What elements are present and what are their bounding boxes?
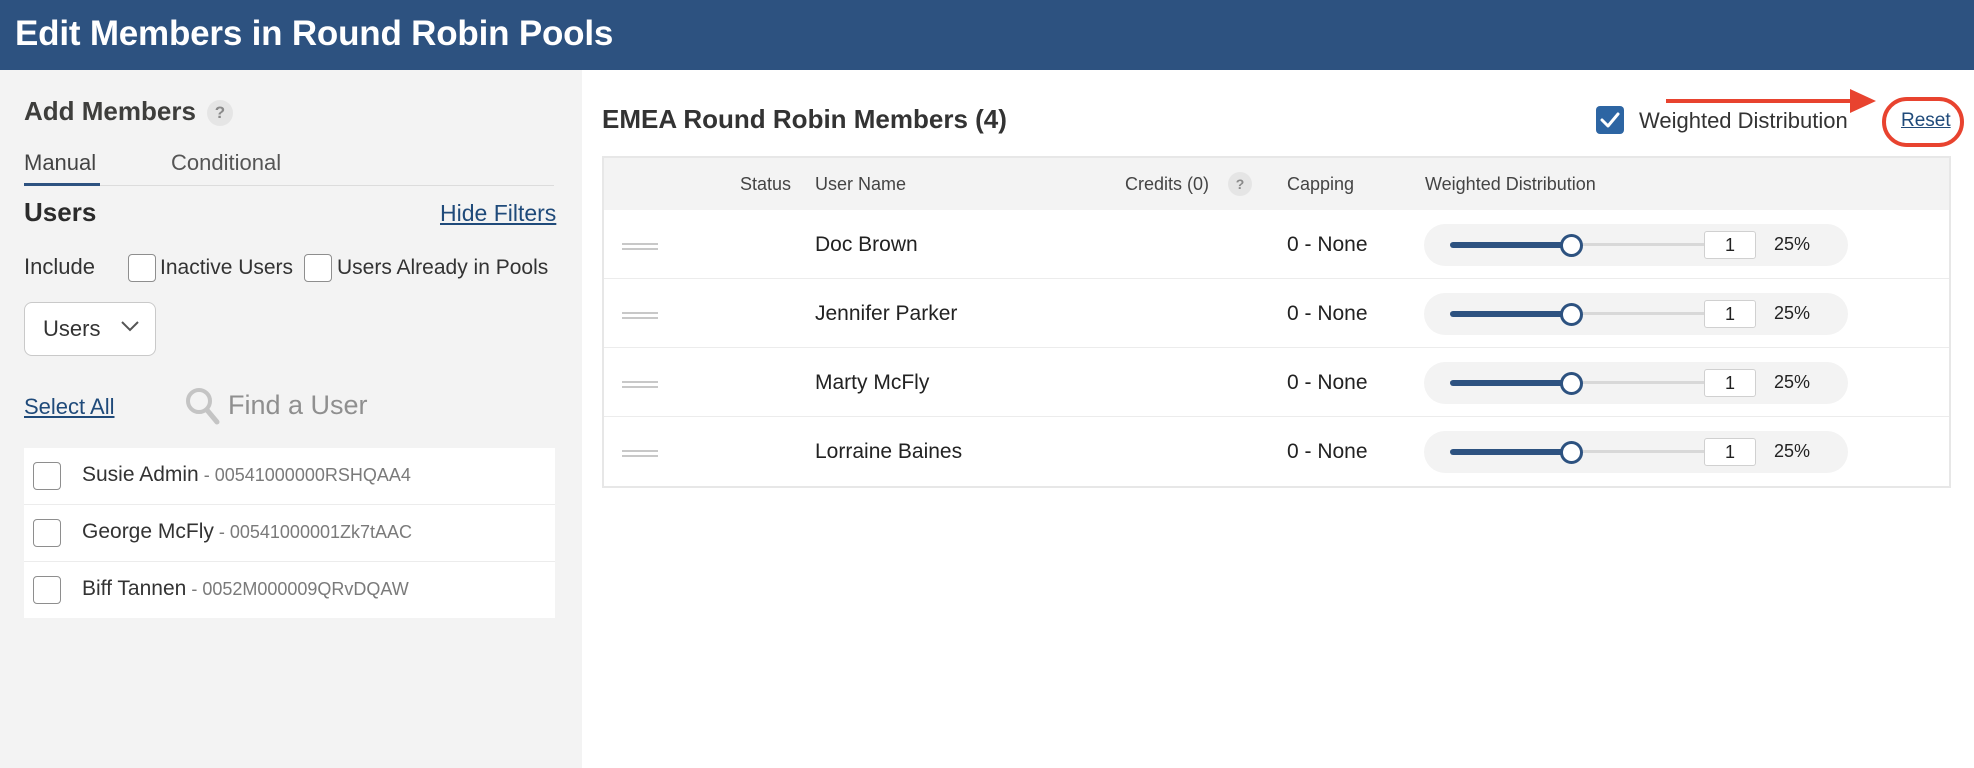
user-checkbox[interactable] bbox=[33, 519, 61, 547]
weight-percent: 25% bbox=[1774, 234, 1811, 254]
list-item[interactable]: George McFly - 00541000001Zk7tAAC bbox=[24, 505, 555, 562]
inactive-users-label: Inactive Users bbox=[160, 256, 294, 279]
search-icon bbox=[186, 388, 220, 425]
weight-percent: 25% bbox=[1774, 441, 1811, 461]
weight-slider-fill bbox=[1450, 449, 1567, 455]
users-heading: Users bbox=[24, 197, 97, 227]
drag-handle-icon[interactable] bbox=[622, 450, 658, 458]
pool-members-panel: EMEA Round Robin Members (4) Weighted Di… bbox=[582, 70, 1974, 768]
weight-input[interactable] bbox=[1704, 300, 1756, 328]
users-dropdown-value: Users bbox=[43, 316, 101, 341]
users-type-dropdown[interactable]: Users bbox=[24, 302, 156, 356]
drag-handle-icon[interactable] bbox=[622, 381, 658, 389]
user-checkbox[interactable] bbox=[33, 576, 61, 604]
user-name: Biff Tannen - 0052M000009QRvDQAW bbox=[82, 577, 409, 600]
weight-slider-thumb[interactable] bbox=[1559, 372, 1583, 395]
weight-percent: 25% bbox=[1774, 303, 1811, 323]
column-header-credits[interactable]: Credits (0) bbox=[1125, 174, 1209, 195]
list-item[interactable]: Susie Admin - 00541000000RSHQAA4 bbox=[24, 448, 555, 505]
weight-slider-thumb[interactable] bbox=[1559, 234, 1583, 257]
page-header: Edit Members in Round Robin Pools bbox=[0, 0, 1974, 70]
users-in-pools-checkbox[interactable] bbox=[304, 254, 332, 282]
weight-slider-thumb[interactable] bbox=[1559, 303, 1583, 326]
weight-input[interactable] bbox=[1704, 369, 1756, 397]
user-list: Susie Admin - 00541000000RSHQAA4 George … bbox=[24, 448, 555, 618]
member-name: Marty McFly bbox=[815, 371, 930, 394]
table-header: Status User Name Credits (0) ? Capping W… bbox=[604, 158, 1949, 210]
reset-link[interactable]: Reset bbox=[1901, 110, 1951, 132]
include-label: Include bbox=[24, 254, 95, 279]
hide-filters-link[interactable]: Hide Filters bbox=[440, 200, 556, 227]
users-in-pools-label: Users Already in Pools bbox=[337, 256, 549, 279]
list-item[interactable]: Biff Tannen - 0052M000009QRvDQAW bbox=[24, 562, 555, 619]
tab-manual[interactable]: Manual bbox=[24, 150, 96, 176]
table-row: Doc Brown 0 - None 25% bbox=[604, 210, 1949, 279]
column-header-status[interactable]: Status bbox=[740, 174, 791, 195]
weight-input[interactable] bbox=[1704, 231, 1756, 259]
user-checkbox[interactable] bbox=[33, 462, 61, 490]
table-row: Jennifer Parker 0 - None 25% bbox=[604, 279, 1949, 348]
help-icon[interactable]: ? bbox=[207, 100, 233, 126]
select-all-link[interactable]: Select All bbox=[24, 394, 115, 420]
members-table: Status User Name Credits (0) ? Capping W… bbox=[602, 156, 1951, 488]
weight-input[interactable] bbox=[1704, 438, 1756, 466]
column-header-weighted-distribution[interactable]: Weighted Distribution bbox=[1425, 174, 1596, 195]
weight-control: 25% bbox=[1424, 362, 1848, 404]
inactive-users-checkbox[interactable] bbox=[128, 254, 156, 282]
member-name: Jennifer Parker bbox=[815, 302, 958, 325]
member-capping[interactable]: 0 - None bbox=[1287, 371, 1368, 395]
column-header-user-name[interactable]: User Name bbox=[815, 174, 906, 195]
user-name: Susie Admin - 00541000000RSHQAA4 bbox=[82, 463, 411, 486]
weight-control: 25% bbox=[1424, 293, 1848, 335]
add-members-title: Add Members bbox=[24, 96, 196, 126]
weight-slider-fill bbox=[1450, 242, 1567, 248]
user-name: George McFly - 00541000001Zk7tAAC bbox=[82, 520, 413, 543]
tab-conditional[interactable]: Conditional bbox=[171, 150, 281, 176]
user-id: - 00541000000RSHQAA4 bbox=[198, 465, 411, 485]
credits-help-icon[interactable]: ? bbox=[1228, 172, 1252, 196]
weighted-distribution-checkbox[interactable] bbox=[1596, 106, 1624, 134]
member-name: Lorraine Baines bbox=[815, 440, 963, 463]
drag-handle-icon[interactable] bbox=[622, 243, 658, 251]
pool-title: EMEA Round Robin Members (4) bbox=[602, 104, 1007, 134]
member-capping[interactable]: 0 - None bbox=[1287, 302, 1368, 326]
weight-control: 25% bbox=[1424, 224, 1848, 266]
member-name: Doc Brown bbox=[815, 233, 918, 256]
add-members-panel: Add Members ? Manual Conditional Users H… bbox=[0, 70, 582, 768]
table-row: Lorraine Baines 0 - None 25% bbox=[604, 417, 1949, 486]
page-title: Edit Members in Round Robin Pools bbox=[15, 14, 614, 53]
drag-handle-icon[interactable] bbox=[622, 312, 658, 320]
tab-divider bbox=[24, 185, 554, 186]
user-id: - 0052M000009QRvDQAW bbox=[186, 579, 409, 599]
find-user-input[interactable] bbox=[228, 388, 548, 422]
annotation-arrow-icon bbox=[1666, 89, 1876, 113]
weight-percent: 25% bbox=[1774, 372, 1811, 392]
weight-slider-fill bbox=[1450, 380, 1567, 386]
weight-control: 25% bbox=[1424, 431, 1848, 473]
member-capping[interactable]: 0 - None bbox=[1287, 440, 1368, 464]
weight-slider-thumb[interactable] bbox=[1559, 441, 1583, 464]
column-header-capping[interactable]: Capping bbox=[1287, 174, 1354, 195]
check-icon bbox=[1600, 112, 1620, 128]
member-capping[interactable]: 0 - None bbox=[1287, 233, 1368, 257]
active-tab-indicator bbox=[24, 183, 100, 186]
weight-slider-fill bbox=[1450, 311, 1567, 317]
chevron-down-icon bbox=[121, 321, 139, 332]
table-row: Marty McFly 0 - None 25% bbox=[604, 348, 1949, 417]
user-id: - 00541000001Zk7tAAC bbox=[213, 522, 413, 542]
